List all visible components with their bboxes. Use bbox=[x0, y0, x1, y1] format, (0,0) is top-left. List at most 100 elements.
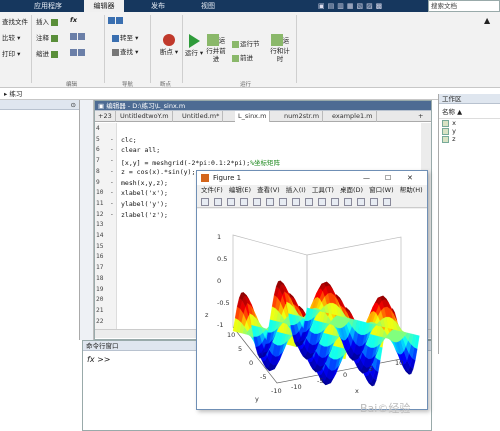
line-number: 20 bbox=[96, 296, 104, 304]
code-line[interactable]: mesh(x,y,z); bbox=[121, 179, 168, 187]
brush-icon[interactable] bbox=[331, 198, 339, 206]
menu-desktop[interactable]: 桌面(D) bbox=[340, 186, 363, 194]
ribbon-collapse-icon[interactable]: ▲ bbox=[484, 16, 490, 25]
breakpoint-dash[interactable]: - bbox=[110, 136, 116, 143]
pointer-icon[interactable] bbox=[253, 198, 261, 206]
splitter[interactable] bbox=[80, 100, 94, 340]
minimize-icon[interactable]: — bbox=[363, 171, 370, 185]
workspace-var-z[interactable]: z bbox=[439, 135, 500, 143]
tab-apps[interactable]: 应用程序 bbox=[28, 0, 68, 12]
workspace-column-name[interactable]: 名称 ▲ bbox=[439, 104, 500, 119]
editor-title: ▣ 编辑器 - D:\练习\L_sinx.m bbox=[95, 101, 431, 111]
workspace-var-y[interactable]: y bbox=[439, 127, 500, 135]
goto-button[interactable]: 转至 ▾ bbox=[112, 32, 138, 42]
breakpoints-button[interactable]: 断点 ▾ bbox=[156, 34, 182, 56]
code-line[interactable]: [x,y] = meshgrid(-2*pi:0.1:2*pi);%坐标矩阵 bbox=[121, 157, 280, 167]
menu-help[interactable]: 帮助(H) bbox=[400, 186, 423, 194]
figure-titlebar[interactable]: Figure 1 — ☐ ✕ bbox=[197, 171, 427, 185]
new-figure-icon[interactable] bbox=[201, 198, 209, 206]
zoom-in-icon[interactable] bbox=[266, 198, 274, 206]
code-line[interactable]: clear all; bbox=[121, 146, 160, 154]
breakpoint-dash[interactable]: - bbox=[110, 157, 116, 164]
colorbar-icon[interactable] bbox=[357, 198, 365, 206]
menu-view[interactable]: 查看(V) bbox=[257, 186, 280, 194]
find-files-button[interactable]: 查找文件 bbox=[2, 16, 28, 26]
run-and-time-button[interactable]: 运行和计时 bbox=[268, 34, 292, 63]
breakpoint-dash[interactable]: - bbox=[110, 146, 116, 153]
compare-button[interactable]: 比较 ▾ bbox=[2, 32, 20, 42]
breakpoint-dash[interactable]: - bbox=[110, 168, 116, 175]
panel-menu-icon[interactable]: ⊙ bbox=[71, 100, 76, 110]
indent-more-icon[interactable] bbox=[70, 48, 86, 56]
breakpoint-dash[interactable]: - bbox=[110, 189, 116, 196]
matlab-logo-icon bbox=[201, 174, 209, 182]
tab-publish[interactable]: 发布 bbox=[138, 0, 178, 12]
legend-icon[interactable] bbox=[370, 198, 378, 206]
tab-overflow[interactable]: +23 bbox=[95, 111, 116, 122]
search-input[interactable]: 搜索文档 bbox=[428, 0, 500, 12]
tab-view[interactable]: 视图 bbox=[188, 0, 228, 12]
code-line[interactable]: xlabel('x'); bbox=[121, 189, 168, 197]
data-cursor-icon[interactable] bbox=[318, 198, 326, 206]
code-text: [x,y] = meshgrid(-2*pi:0.1:2*pi); bbox=[121, 159, 251, 168]
quick-access-toolbar[interactable]: ▣▤▥▦▧▨▩ bbox=[318, 2, 418, 10]
comment-button[interactable]: 注释 bbox=[36, 32, 59, 42]
zoom-out-icon[interactable] bbox=[279, 198, 287, 206]
tab-example1[interactable]: example1.m bbox=[329, 111, 377, 122]
fx-button[interactable]: fx bbox=[70, 16, 77, 24]
figure-toolbar bbox=[197, 196, 427, 208]
close-icon[interactable]: ✕ bbox=[407, 171, 413, 185]
figure-window: Figure 1 — ☐ ✕ 文件(F) 编辑(E) 查看(V) 插入(I) 工… bbox=[196, 170, 428, 410]
open-icon[interactable] bbox=[214, 198, 222, 206]
breadcrumb[interactable]: 练习 bbox=[9, 90, 22, 98]
format-icon[interactable] bbox=[70, 32, 86, 40]
run-and-advance-button[interactable]: 运行并前进 bbox=[204, 34, 228, 63]
breakpoint-dash[interactable]: - bbox=[110, 200, 116, 207]
find-icon bbox=[112, 48, 119, 56]
plot-axes: z y x 1 0.5 0 -0.5 -1 10 5 0 -5 -10 -10 -5 0 5 10 bbox=[197, 209, 427, 409]
workspace-var-x[interactable]: x bbox=[439, 119, 500, 127]
tab-editor[interactable]: 编辑器 bbox=[84, 0, 124, 12]
menu-window[interactable]: 窗口(W) bbox=[369, 186, 394, 194]
indent-button[interactable]: 缩进 bbox=[36, 48, 59, 58]
z-tick-label: 0 bbox=[217, 277, 221, 285]
y-axis-label: y bbox=[255, 395, 259, 403]
workspace-panel: 工作区 名称 ▲ x y z bbox=[438, 94, 500, 354]
rotate-icon[interactable] bbox=[305, 198, 313, 206]
tab-untitled[interactable]: Untitled.m* bbox=[179, 111, 224, 122]
current-folder-panel: ⊙ bbox=[0, 100, 80, 340]
menu-insert[interactable]: 插入(I) bbox=[286, 186, 306, 194]
pan-icon[interactable] bbox=[292, 198, 300, 206]
run-section-button[interactable]: 运行节 bbox=[232, 38, 260, 48]
tab-untitledtwoY[interactable]: UntitledtwoY.m bbox=[117, 111, 173, 122]
tab-num2str[interactable]: num2str.m bbox=[281, 111, 324, 122]
code-line[interactable]: ylabel('y'); bbox=[121, 200, 168, 208]
code-line[interactable]: clc; bbox=[121, 136, 137, 144]
code-line[interactable]: zlabel('z'); bbox=[121, 211, 168, 219]
breakpoint-dash[interactable]: - bbox=[110, 211, 116, 218]
z-tick-label: -1 bbox=[217, 321, 223, 329]
advance-button[interactable]: 前进 bbox=[232, 52, 253, 62]
tab-l-sinx[interactable]: L_sinx.m bbox=[235, 111, 271, 122]
code-line[interactable]: z = cos(x).*sin(y); bbox=[121, 168, 195, 176]
plot-tools-icon[interactable] bbox=[383, 198, 391, 206]
menu-tools[interactable]: 工具(T) bbox=[312, 186, 334, 194]
print-icon[interactable] bbox=[240, 198, 248, 206]
link-icon[interactable] bbox=[344, 198, 352, 206]
menu-edit[interactable]: 编辑(E) bbox=[229, 186, 251, 194]
watermark: Bai©经验 bbox=[360, 402, 411, 415]
print-button[interactable]: 打印 ▾ bbox=[2, 48, 20, 58]
command-prompt[interactable]: fx >> bbox=[87, 355, 111, 364]
insert-button[interactable]: 插入 bbox=[36, 16, 59, 26]
run-button[interactable]: 运行 ▾ bbox=[184, 34, 204, 57]
menu-file[interactable]: 文件(F) bbox=[201, 186, 223, 194]
save-icon[interactable] bbox=[227, 198, 235, 206]
x-tick-label: 0 bbox=[343, 371, 347, 379]
current-folder-bar[interactable]: ▸ 练习 bbox=[0, 88, 500, 100]
breakpoint-dash[interactable]: - bbox=[110, 179, 116, 186]
maximize-icon[interactable]: ☐ bbox=[385, 171, 391, 185]
find-button[interactable]: 查找 ▾ bbox=[112, 46, 138, 56]
nav-back-icon[interactable] bbox=[108, 16, 124, 24]
figure-title: Figure 1 bbox=[213, 174, 242, 182]
new-tab-icon[interactable]: + bbox=[415, 111, 426, 122]
